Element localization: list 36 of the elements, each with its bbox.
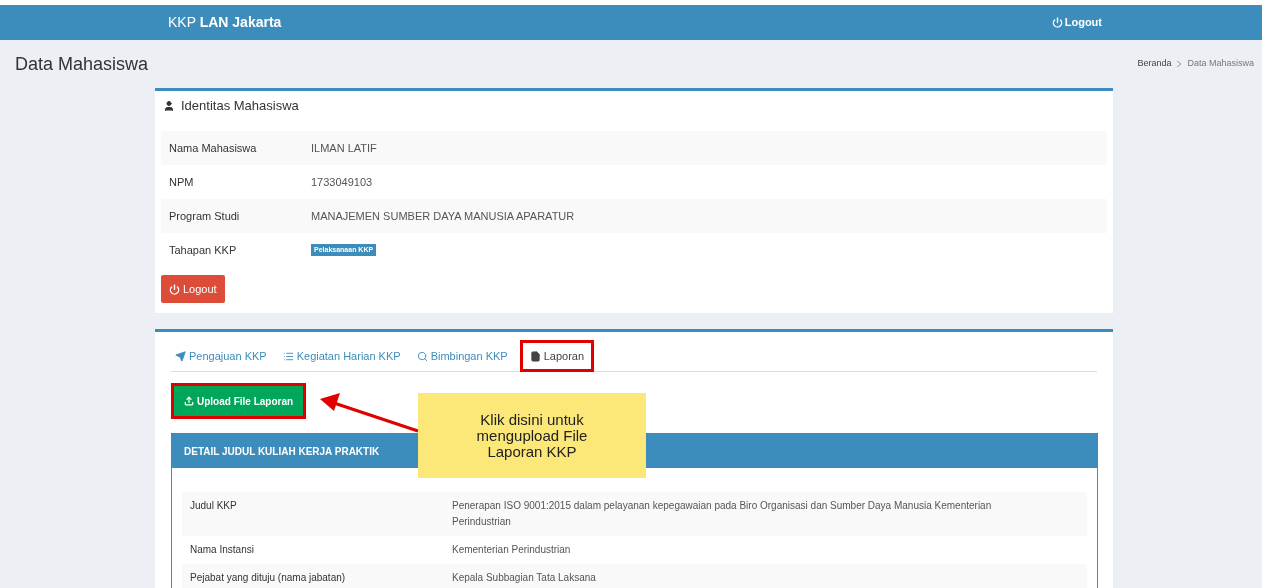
page-title: Data Mahasiswa [15, 52, 149, 76]
brand-logo[interactable]: KKP LAN Jakarta [168, 12, 282, 33]
logout-link[interactable]: Logout [1051, 14, 1102, 31]
search-icon [416, 350, 428, 362]
panel-title: DETAIL JUDUL KULIAH KERJA PRAKTIK [184, 444, 380, 459]
power-icon [1051, 17, 1063, 28]
logout-button[interactable]: Logout [161, 275, 225, 303]
tab[interactable]: Kegiatan Harian KKP [278, 340, 405, 372]
field-label: Program Studi [168, 208, 241, 224]
field-label: Nama Instansi [189, 543, 255, 557]
breadcrumb-separator-icon [1177, 61, 1182, 67]
callout-text: Klik disini untuk mengupload File Laporan KKP [475, 411, 589, 460]
field-value: ILMAN LATIF [311, 140, 377, 156]
field-value: Kementerian Perindustrian [452, 543, 572, 557]
card-title: Identitas Mahasiswa [181, 97, 299, 116]
user-icon [163, 100, 175, 112]
upload-button[interactable]: Upload File Laporan [171, 383, 307, 419]
power-icon [169, 283, 180, 295]
field-label: Nama Mahasiswa [168, 140, 258, 156]
tab[interactable]: Bimbingan KKP [412, 340, 512, 372]
field-label: Judul KKP [189, 499, 238, 513]
file-icon [529, 350, 541, 362]
tab[interactable]: Laporan [519, 340, 595, 372]
field-label: Pejabat yang dituju (nama jabatan) [189, 571, 347, 585]
send-icon [175, 350, 186, 362]
upload-icon [184, 396, 194, 406]
field-label: Tahapan KKP [168, 242, 238, 258]
field-value: Kepala Subbagian Tata Laksana [452, 571, 597, 585]
field-value: Penerapan ISO 9001:2015 dalam pelayanan kepegawaian pada Biro Organisasi dan Sumber Daya Manusia Kementerian Perindustrian [452, 499, 993, 529]
field-label: NPM [168, 174, 195, 190]
breadcrumb-item: Data Mahasiswa [1187, 57, 1254, 71]
tab[interactable]: Pengajuan KKP [171, 340, 271, 372]
field-value: 1733049103 [311, 174, 373, 190]
field-value: MANAJEMEN SUMBER DAYA MANUSIA APARATUR [311, 208, 575, 224]
list-icon [282, 350, 294, 362]
breadcrumb-item[interactable]: Beranda [1137, 57, 1172, 71]
